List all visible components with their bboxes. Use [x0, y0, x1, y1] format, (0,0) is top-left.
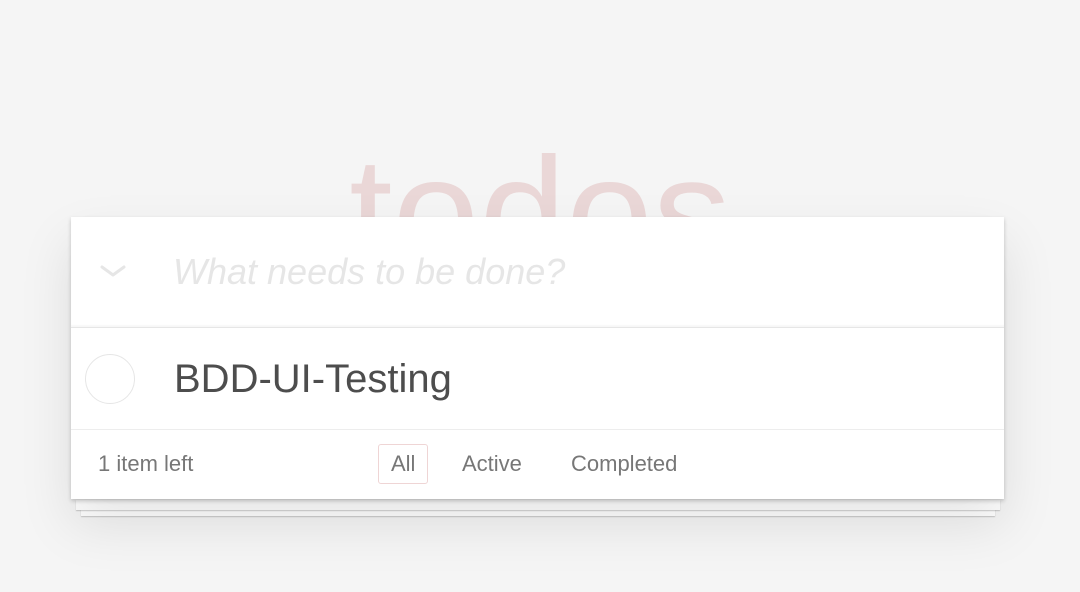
todo-header	[71, 217, 1004, 328]
stack-shadow-layer	[76, 500, 1000, 510]
todo-item-label[interactable]: BDD-UI-Testing	[174, 356, 452, 402]
todo-app-panel: BDD-UI-Testing 1 item left All Active Co…	[71, 217, 1004, 499]
filter-active-link[interactable]: Active	[449, 444, 535, 484]
items-left-count: 1 item left	[98, 451, 194, 476]
new-todo-input[interactable]	[173, 243, 973, 301]
todo-complete-checkbox[interactable]	[85, 354, 135, 404]
todo-list-item[interactable]: BDD-UI-Testing	[71, 328, 1004, 430]
filter-completed-link[interactable]: Completed	[558, 444, 690, 484]
filter-all-link[interactable]: All	[378, 444, 429, 484]
todo-footer: 1 item left All Active Completed	[71, 430, 1004, 499]
chevron-down-icon[interactable]	[95, 253, 131, 289]
